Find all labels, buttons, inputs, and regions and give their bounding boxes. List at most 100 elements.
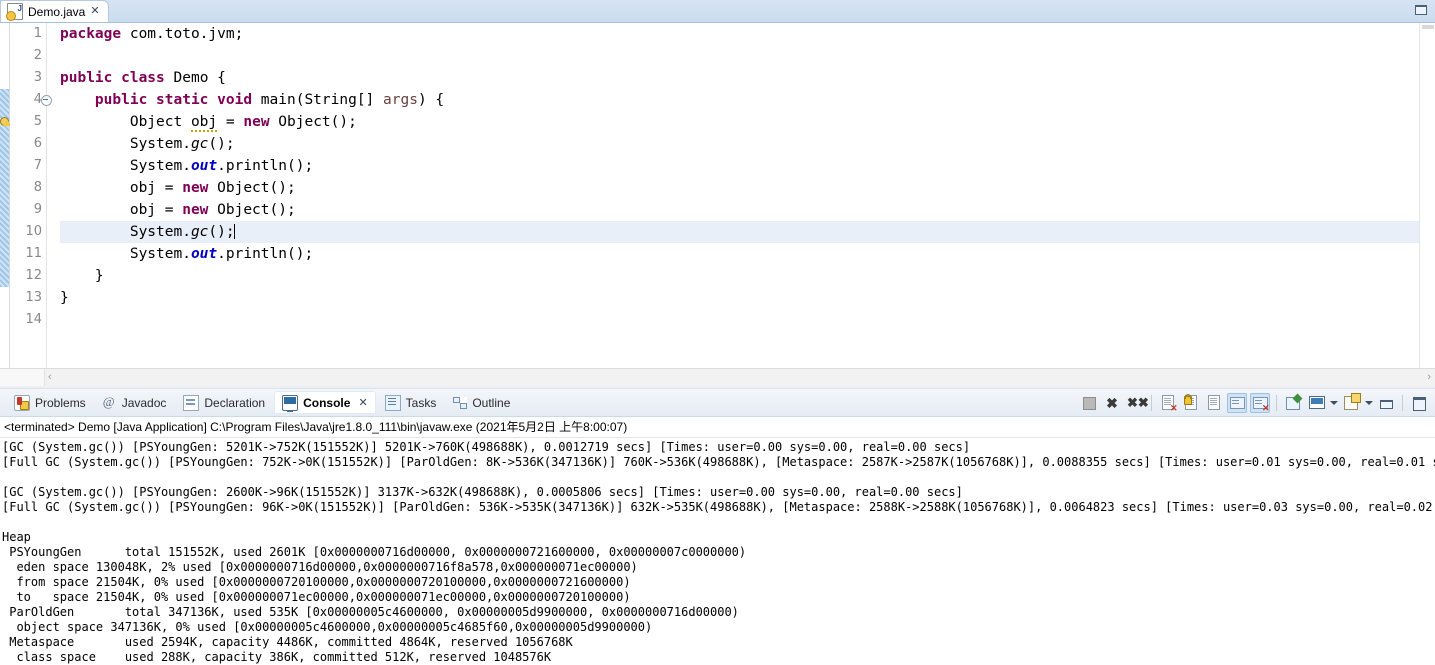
close-icon[interactable]: ✕ xyxy=(90,6,99,17)
code-line[interactable]: } xyxy=(60,265,1435,287)
line-number: 1 xyxy=(33,26,42,41)
code-token: Object(); xyxy=(278,114,357,130)
line-number: 10 xyxy=(25,224,42,239)
warning-marker-icon[interactable] xyxy=(0,116,11,128)
code-text-area[interactable]: package com.toto.jvm; public class Demo … xyxy=(58,23,1435,368)
toolbar-separator xyxy=(1402,394,1403,411)
line-number: 12 xyxy=(25,268,42,283)
code-token: System. xyxy=(60,136,191,152)
console-icon xyxy=(282,394,299,412)
code-token: } xyxy=(60,268,104,284)
pin-console-button[interactable] xyxy=(1283,393,1303,413)
minimize-view-button[interactable] xyxy=(1376,393,1396,413)
code-line[interactable]: System.out.println(); xyxy=(60,243,1435,265)
code-line[interactable]: obj = new Object(); xyxy=(60,199,1435,221)
code-token: Object(); xyxy=(217,180,296,196)
line-number: 4 xyxy=(10,89,52,111)
line-number: 13 xyxy=(25,290,42,305)
open-console-menu[interactable] xyxy=(1364,393,1373,413)
display-selected-console-button[interactable] xyxy=(1306,393,1326,413)
outline-icon xyxy=(453,396,468,410)
scroll-left-icon[interactable]: ‹ xyxy=(48,372,52,383)
console-line: from space 21504K, 0% used [0x0000000720… xyxy=(2,575,631,589)
console-line: Metaspace used 2594K, capacity 4486K, co… xyxy=(2,635,573,649)
console-line: [GC (System.gc()) [PSYoungGen: 2600K->96… xyxy=(2,485,963,499)
code-line[interactable]: public static void main(String[] args) { xyxy=(60,89,1435,111)
code-token: new xyxy=(182,202,218,218)
tab-declaration[interactable]: Declaration xyxy=(175,391,273,414)
code-line[interactable]: System.out.println(); xyxy=(60,155,1435,177)
show-console-on-error-button[interactable]: ✕ xyxy=(1250,392,1270,413)
tab-javadoc[interactable]: Javadoc xyxy=(95,391,175,414)
show-on-stdout-icon xyxy=(1230,396,1245,409)
editor-tab-label: Demo.java xyxy=(28,4,86,19)
close-icon[interactable]: ✕ xyxy=(358,396,367,409)
code-line[interactable]: Object obj = new Object(); xyxy=(60,111,1435,133)
tab-outline[interactable]: Outline xyxy=(445,391,518,414)
line-number: 2 xyxy=(33,48,42,63)
code-token: gc xyxy=(190,136,209,152)
scroll-lock-button[interactable] xyxy=(1181,393,1201,413)
console-line: PSYoungGen total 151552K, used 2601K [0x… xyxy=(2,545,747,559)
tab-console[interactable]: Console ✕ xyxy=(274,391,376,414)
line-number: 8 xyxy=(33,180,42,195)
console-output-text[interactable]: [GC (System.gc()) [PSYoungGen: 5201K->75… xyxy=(0,438,1435,665)
maximize-view-button[interactable] xyxy=(1409,393,1429,413)
terminate-button[interactable] xyxy=(1079,393,1099,413)
show-console-on-output-button[interactable] xyxy=(1227,392,1247,413)
word-wrap-icon xyxy=(1208,394,1220,410)
code-token: (); xyxy=(208,224,235,240)
editor-body: 1 2 3 4 5 6 7 8 9 10 11 12 13 14 package com.toto.jvm… xyxy=(0,23,1435,368)
folding-ruler xyxy=(46,23,58,368)
code-line[interactable]: } xyxy=(60,287,1435,309)
code-line[interactable] xyxy=(60,309,1435,331)
overview-ruler[interactable] xyxy=(1419,23,1435,368)
tab-label: Declaration xyxy=(204,395,266,410)
code-line[interactable]: System.gc(); xyxy=(60,133,1435,155)
monitor-icon xyxy=(1309,395,1325,409)
scrollbar-track[interactable] xyxy=(60,370,1417,385)
code-token: Object xyxy=(60,114,191,130)
line-number: 5 xyxy=(33,114,42,129)
x-icon: ✖ xyxy=(1106,394,1118,411)
lock-arc-icon xyxy=(1185,393,1191,399)
code-line[interactable]: System.gc(); xyxy=(60,221,1435,243)
console-part: Problems Javadoc Declaration Console ✕ Tasks O… xyxy=(0,389,1435,665)
tab-problems[interactable]: Problems xyxy=(6,391,94,414)
tasks-icon xyxy=(384,394,401,411)
fold-collapse-icon[interactable] xyxy=(41,95,52,106)
problems-icon xyxy=(14,394,30,411)
open-console-button[interactable] xyxy=(1341,392,1361,413)
console-line: [GC (System.gc()) [PSYoungGen: 5201K->75… xyxy=(2,440,971,454)
console-line: [Full GC (System.gc()) [PSYoungGen: 752K… xyxy=(2,455,1435,469)
console-line: object space 347136K, 0% used [0x0000000… xyxy=(2,620,653,634)
code-line[interactable]: obj = new Object(); xyxy=(60,177,1435,199)
code-line[interactable] xyxy=(60,45,1435,67)
code-token: public class xyxy=(60,70,174,86)
code-token: .println(); xyxy=(217,158,314,174)
display-selected-console-menu[interactable] xyxy=(1329,393,1338,413)
star-icon xyxy=(1351,392,1361,403)
line-number: 14 xyxy=(25,312,42,327)
scroll-right-icon[interactable]: › xyxy=(1427,372,1431,383)
word-wrap-button[interactable] xyxy=(1204,393,1224,413)
code-token: System. xyxy=(60,224,191,240)
editor-horizontal-scrollbar[interactable]: ‹ › xyxy=(0,368,1435,386)
code-line[interactable]: public class Demo { xyxy=(60,67,1435,89)
console-line: Heap xyxy=(2,530,31,544)
editor-change-bar xyxy=(0,23,11,368)
code-token: package xyxy=(60,26,130,42)
remove-launch-button[interactable]: ✖ xyxy=(1102,393,1122,413)
minimize-editor-icon[interactable] xyxy=(1414,4,1427,15)
code-line[interactable]: package com.toto.jvm; xyxy=(60,23,1435,45)
remove-all-launches-button[interactable]: ✖✖ xyxy=(1125,393,1149,413)
editor-part: Demo.java ✕ 1234567891011121314 package … xyxy=(0,0,1435,386)
clear-console-button[interactable]: ✕ xyxy=(1158,393,1178,413)
editor-tab-bar: Demo.java ✕ xyxy=(0,0,1435,23)
console-launch-header: <terminated> Demo [Java Application] C:\… xyxy=(0,417,1435,438)
tab-tasks[interactable]: Tasks xyxy=(377,391,445,414)
editor-tab-demo-java[interactable]: Demo.java ✕ xyxy=(0,0,109,22)
code-token-warning: obj xyxy=(190,114,218,132)
code-token: public static void xyxy=(94,92,261,108)
